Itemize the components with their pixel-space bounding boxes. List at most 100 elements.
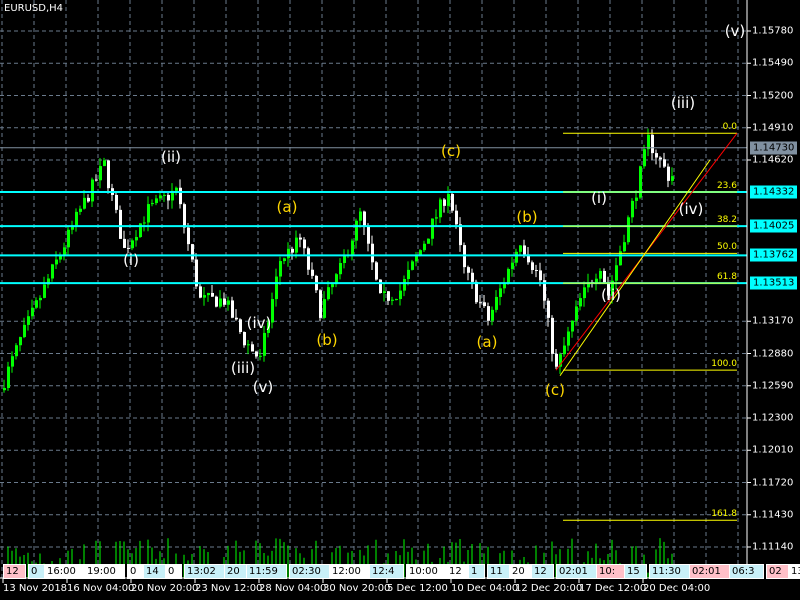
time-marker[interactable]: 0 bbox=[127, 564, 144, 579]
level-price-tag[interactable]: 1.14025 bbox=[750, 219, 798, 233]
time-marker[interactable]: 02 bbox=[766, 564, 789, 579]
price-tick-label: 1.14620 bbox=[752, 154, 794, 166]
candle-body bbox=[303, 239, 306, 249]
time-marker[interactable]: 19:00 bbox=[84, 564, 125, 579]
candle-body bbox=[31, 307, 34, 317]
fibo-level-label: 50.0 bbox=[716, 242, 737, 253]
time-marker[interactable]: 20 bbox=[224, 564, 247, 579]
candle-body bbox=[247, 344, 250, 346]
time-marker[interactable]: 15 bbox=[624, 564, 647, 579]
bid-price-tag: 1.14730 bbox=[750, 141, 798, 155]
time-marker[interactable]: 0 bbox=[28, 564, 45, 579]
time-tick-label: 10 Dec 04:00 bbox=[451, 583, 519, 594]
time-tick-label: 30 Nov 20:00 bbox=[323, 583, 391, 594]
time-marker[interactable]: 06:3 bbox=[729, 564, 764, 579]
price-chart[interactable] bbox=[0, 0, 800, 600]
candle-body bbox=[659, 157, 662, 160]
candle-body bbox=[203, 295, 206, 298]
candle-body bbox=[283, 258, 286, 262]
candle-body bbox=[487, 306, 490, 321]
wave-label: (b) bbox=[516, 207, 538, 226]
candle-body bbox=[475, 281, 478, 303]
time-marker[interactable]: 12 bbox=[531, 564, 554, 579]
candle-body bbox=[511, 262, 514, 269]
time-marker[interactable]: 1 bbox=[468, 564, 485, 579]
time-marker[interactable]: 10: bbox=[596, 564, 625, 579]
candle-body bbox=[523, 245, 526, 255]
time-marker[interactable]: 02:01 bbox=[556, 564, 597, 579]
time-marker[interactable]: 16:00 bbox=[44, 564, 85, 579]
time-marker[interactable]: 12:4 bbox=[369, 564, 404, 579]
candle-body bbox=[467, 267, 470, 273]
time-marker[interactable]: 02:30 bbox=[289, 564, 330, 579]
price-tick-label: 1.12880 bbox=[752, 348, 794, 359]
fibo-level-label: 161.8 bbox=[711, 509, 737, 520]
candle-body bbox=[115, 194, 118, 210]
level-price-tag[interactable]: 1.13762 bbox=[750, 248, 798, 262]
candle-body bbox=[163, 194, 166, 196]
candle-body bbox=[623, 242, 626, 252]
time-marker[interactable]: 11:59 bbox=[246, 564, 287, 579]
candle-body bbox=[319, 290, 322, 318]
candle-body bbox=[427, 238, 430, 244]
candle-body bbox=[551, 317, 554, 354]
candle-body bbox=[159, 195, 162, 199]
candle-body bbox=[379, 279, 382, 294]
time-marker[interactable]: 13:02 bbox=[184, 564, 225, 579]
candle-body bbox=[147, 204, 150, 223]
wave-label: (b) bbox=[316, 331, 338, 350]
candle-body bbox=[11, 356, 14, 367]
candle-body bbox=[143, 222, 146, 224]
candle-body bbox=[655, 153, 658, 158]
time-marker[interactable]: 02:01 bbox=[689, 564, 730, 579]
fibo-level-label: 38.2 bbox=[716, 215, 737, 226]
time-marker[interactable]: 12 bbox=[3, 564, 26, 579]
time-marker[interactable]: 0 bbox=[165, 564, 182, 579]
price-tick-label: 1.11140 bbox=[752, 541, 794, 553]
candle-body bbox=[411, 261, 414, 270]
fibo-level-label: 61.8 bbox=[716, 272, 737, 283]
time-marker[interactable]: 20 bbox=[509, 564, 532, 579]
price-tick-label: 1.15200 bbox=[752, 90, 794, 101]
candle-body bbox=[667, 166, 670, 181]
time-marker[interactable]: 12:00 bbox=[329, 564, 370, 579]
candle-body bbox=[459, 224, 462, 246]
symbol-label: EURUSD,H4 bbox=[4, 3, 64, 14]
candle-body bbox=[583, 287, 586, 299]
candle-body bbox=[455, 210, 458, 225]
candle-body bbox=[575, 306, 578, 321]
candle-body bbox=[403, 278, 406, 291]
level-price-tag[interactable]: 1.14332 bbox=[750, 185, 798, 199]
time-marker[interactable]: 10:00 bbox=[406, 564, 447, 579]
wave-label: (ii) bbox=[600, 285, 622, 304]
candle-body bbox=[243, 332, 246, 346]
chart-window[interactable]: EURUSD,H4 1.14332 1.14025 1.13762 1.13513 1.… bbox=[0, 0, 800, 600]
time-marker[interactable]: 14 bbox=[143, 564, 166, 579]
candle-body bbox=[223, 298, 226, 305]
time-marker[interactable]: 11:30 bbox=[649, 564, 690, 579]
time-marker[interactable]: 13:00 bbox=[788, 564, 800, 579]
candle-body bbox=[555, 353, 558, 367]
time-tick-label: 13 Nov 2018 bbox=[3, 583, 68, 594]
price-tick-label: 1.11720 bbox=[752, 477, 794, 488]
candle-body bbox=[155, 198, 158, 204]
candle-body bbox=[123, 238, 126, 248]
wave-label: (c) bbox=[441, 142, 461, 161]
time-marker[interactable]: 11 bbox=[487, 564, 510, 579]
candle-body bbox=[383, 291, 386, 294]
time-tick-label: 12 Dec 20:00 bbox=[515, 583, 583, 594]
candle-body bbox=[367, 226, 370, 244]
candle-body bbox=[39, 297, 42, 301]
candle-body bbox=[179, 187, 182, 205]
candle-body bbox=[219, 298, 222, 307]
candle-body bbox=[391, 299, 394, 301]
candle-body bbox=[235, 317, 238, 320]
candle-body bbox=[451, 193, 454, 211]
time-marker[interactable]: 12 bbox=[446, 564, 469, 579]
candle-body bbox=[207, 292, 210, 296]
candle-body bbox=[443, 199, 446, 206]
level-price-tag[interactable]: 1.13513 bbox=[750, 276, 798, 290]
candle-body bbox=[175, 187, 178, 191]
candle-body bbox=[635, 197, 638, 201]
candle-body bbox=[19, 337, 22, 346]
